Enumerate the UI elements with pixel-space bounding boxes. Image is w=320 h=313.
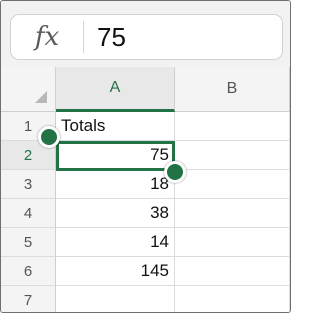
select-all-corner[interactable] (1, 67, 56, 112)
cell-a4[interactable]: 38 (56, 199, 175, 228)
cell-b6[interactable] (175, 257, 290, 286)
column-header-a[interactable]: A (56, 67, 175, 112)
formula-input[interactable]: 75 (97, 15, 126, 59)
cell-b3[interactable] (175, 170, 290, 199)
selection-start-handle[interactable] (38, 126, 60, 148)
row-header-4[interactable]: 4 (1, 199, 56, 228)
selection-end-handle[interactable] (164, 161, 186, 183)
cell-a3[interactable]: 18 (56, 170, 175, 199)
column-header-b[interactable]: B (175, 67, 290, 112)
function-icon[interactable]: fx (11, 15, 83, 59)
row-header-5[interactable]: 5 (1, 228, 56, 257)
formula-bar-divider (83, 21, 84, 53)
cell-a1[interactable]: Totals (56, 112, 175, 141)
cell-a7[interactable] (56, 286, 175, 312)
cell-b7[interactable] (175, 286, 290, 312)
cell-b4[interactable] (175, 199, 290, 228)
formula-bar-area: fx 75 (1, 1, 290, 67)
row-header-6[interactable]: 6 (1, 257, 56, 286)
cell-b5[interactable] (175, 228, 290, 257)
cell-b1[interactable] (175, 112, 290, 141)
formula-bar[interactable]: fx 75 (10, 14, 283, 60)
cell-a5[interactable]: 14 (56, 228, 175, 257)
cell-b2[interactable] (175, 141, 290, 170)
row-header-3[interactable]: 3 (1, 170, 56, 199)
cell-a2[interactable]: 75 (56, 141, 175, 170)
row-header-7[interactable]: 7 (1, 286, 56, 312)
spreadsheet-window: fx 75 A B 1 Totals 2 75 3 18 4 38 5 14 6 (0, 0, 291, 313)
cell-a6[interactable]: 145 (56, 257, 175, 286)
select-all-icon (35, 91, 47, 103)
sheet-grid: A B 1 Totals 2 75 3 18 4 38 5 14 6 145 7 (1, 67, 290, 312)
